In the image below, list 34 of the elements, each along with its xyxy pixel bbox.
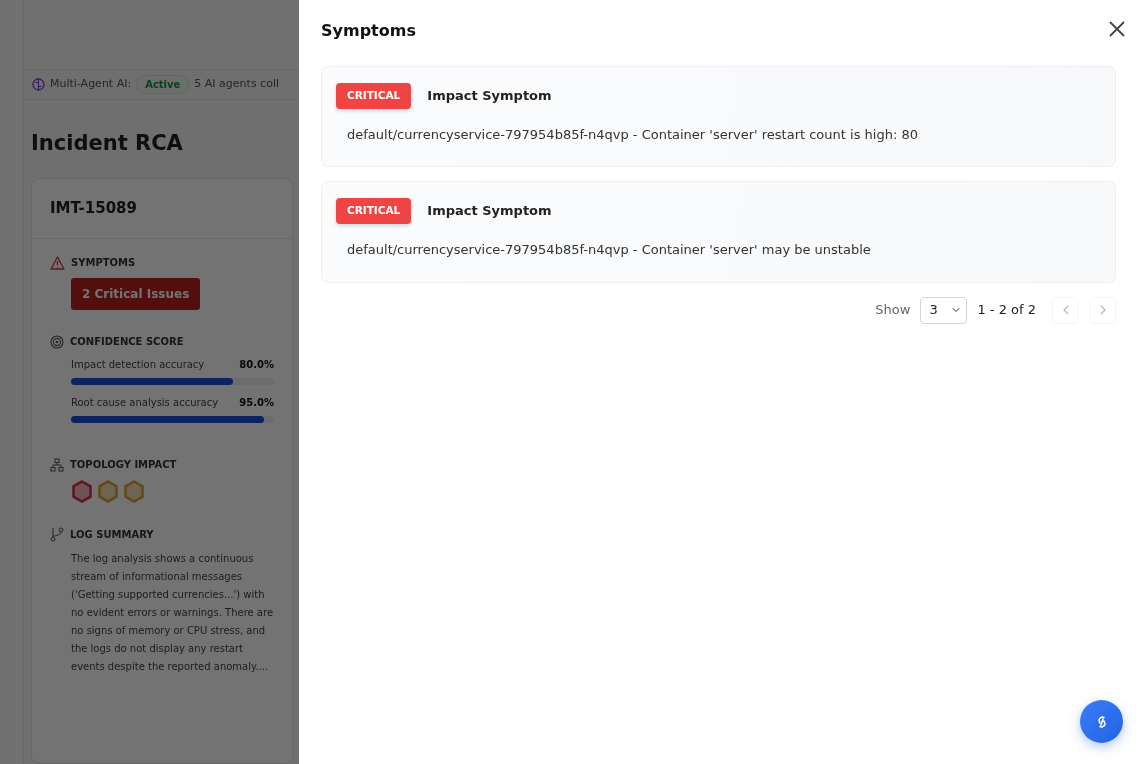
symptom-description: default/currencyservice-797954b85f-n4qvp - Container 'server' may be unstable — [347, 241, 872, 259]
page-range: 1 - 2 of 2 — [977, 301, 1036, 320]
branch-icon — [50, 527, 64, 542]
status-badge: Active — [136, 75, 190, 94]
drawer-title: Symptoms — [321, 21, 416, 41]
show-label: Show — [875, 301, 911, 320]
section-heading: LOG SUMMARY — [70, 528, 154, 542]
close-icon[interactable] — [1108, 19, 1126, 38]
status-label: Multi-Agent AI: — [50, 76, 132, 93]
metric-label: Root cause analysis accuracy — [71, 396, 219, 410]
metric-label: Impact detection accuracy — [71, 358, 205, 372]
incident-id: IMT-15089 — [32, 178, 292, 239]
assistant-button[interactable] — [1080, 700, 1123, 743]
section-heading: SYMPTOMS — [71, 256, 136, 270]
severity-badge: CRITICAL — [336, 83, 412, 109]
page-size-select[interactable]: 3 — [920, 296, 968, 324]
next-page-icon — [1098, 305, 1107, 315]
previous-page-icon — [1061, 305, 1070, 315]
link-icon — [1095, 714, 1108, 729]
log-summary-text: The log analysis shows a continuous stream of informational messages ('Getting supported currencies...') with no evident errors or warnings. There are no signs of memory or CPU stress, and the logs do not display any restart events despite the reported anomaly.... — [71, 552, 274, 674]
symptom-description: default/currencyservice-797954b85f-n4qvp - Container 'server' restart count is high: 80 — [347, 125, 919, 144]
severity-badge: CRITICAL — [336, 198, 412, 224]
status-text: 5 AI agents coll — [194, 76, 279, 93]
warning-icon — [50, 255, 65, 270]
symptom-title: Impact Symptom — [427, 202, 552, 221]
symptom-title: Impact Symptom — [427, 87, 552, 106]
section-heading: CONFIDENCE SCORE — [70, 335, 184, 349]
brain-icon — [32, 78, 45, 91]
metric-value: 95.0% — [239, 396, 274, 410]
page-title: Incident RCA — [31, 130, 184, 157]
target-icon — [50, 334, 64, 349]
section-heading: TOPOLOGY IMPACT — [70, 458, 177, 472]
metric-value: 80.0% — [239, 358, 274, 372]
hierarchy-icon — [50, 457, 64, 472]
